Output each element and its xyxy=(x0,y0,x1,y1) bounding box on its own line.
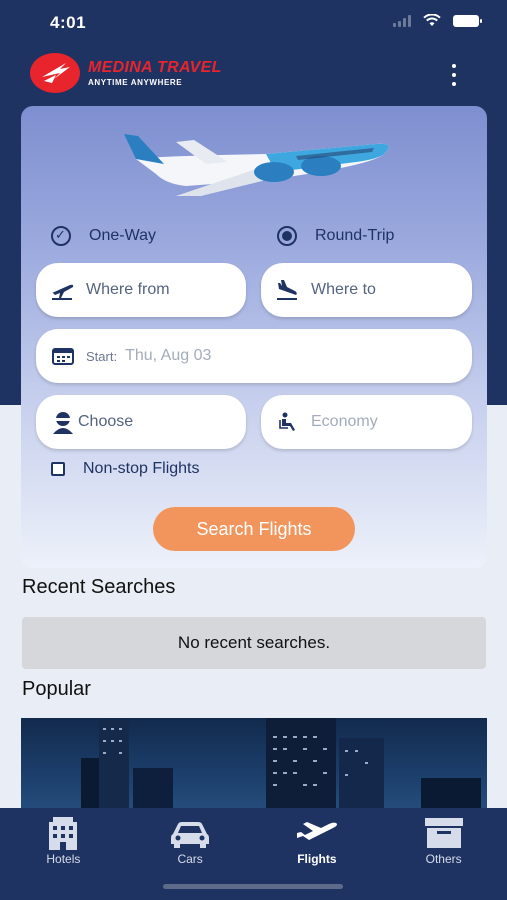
brand-name: MEDINA TRAVEL xyxy=(88,59,222,76)
box-icon xyxy=(423,816,465,850)
battery-icon xyxy=(453,14,482,27)
more-options-icon[interactable] xyxy=(449,64,459,86)
one-way-label: One-Way xyxy=(89,227,156,244)
round-trip-option[interactable]: Round-Trip xyxy=(277,226,394,246)
seat-icon xyxy=(275,409,301,435)
destination-field[interactable]: Where to xyxy=(261,263,472,317)
tab-cars-label: Cars xyxy=(177,852,203,866)
app-header: MEDINA TRAVEL ANYTIME ANYWHERE xyxy=(0,50,507,100)
landing-icon xyxy=(275,277,301,303)
nonstop-checkbox[interactable] xyxy=(51,462,65,476)
hotel-icon xyxy=(43,816,83,850)
calendar-icon xyxy=(50,343,76,369)
recent-searches-title: Recent Searches xyxy=(22,576,176,598)
car-icon xyxy=(169,816,211,850)
logo-mark-icon xyxy=(30,53,80,93)
passengers-field[interactable]: Choose xyxy=(36,395,246,449)
tab-flights-label: Flights xyxy=(297,852,337,866)
popular-title: Popular xyxy=(22,678,91,700)
destination-placeholder: Where to xyxy=(311,281,376,298)
takeoff-icon xyxy=(50,277,76,303)
cellular-signal-icon xyxy=(393,14,411,27)
tab-others-label: Others xyxy=(425,852,462,866)
empty-state-text: No recent searches. xyxy=(177,633,331,652)
origin-field[interactable]: Where from xyxy=(36,263,246,317)
one-way-option[interactable]: One-Way xyxy=(51,226,156,246)
status-icons xyxy=(393,14,482,27)
tab-hotels[interactable]: Hotels xyxy=(0,808,127,900)
status-bar: 4:01 xyxy=(0,0,507,44)
brand-tagline: ANYTIME ANYWHERE xyxy=(88,78,183,87)
cabin-class-field[interactable]: Economy xyxy=(261,395,472,449)
flight-search-card: One-Way Round-Trip Where from Where to S… xyxy=(21,106,487,568)
plane-icon xyxy=(295,816,339,850)
round-trip-label: Round-Trip xyxy=(315,227,395,244)
status-time: 4:01 xyxy=(50,13,87,32)
check-circle-icon xyxy=(51,226,71,246)
passengers-placeholder: Choose xyxy=(78,413,134,430)
cabin-class-placeholder: Economy xyxy=(311,413,378,430)
home-indicator xyxy=(163,884,343,889)
origin-placeholder: Where from xyxy=(86,281,170,298)
start-date-label: Start: xyxy=(86,348,118,364)
start-date-field[interactable]: Start: Thu, Aug 03 xyxy=(36,329,472,383)
passenger-icon xyxy=(50,409,76,435)
start-date-placeholder: Thu, Aug 03 xyxy=(125,347,212,364)
airplane-illustration xyxy=(124,134,389,196)
radio-selected-icon xyxy=(277,226,297,246)
brand-logo: MEDINA TRAVEL ANYTIME ANYWHERE xyxy=(30,53,222,93)
nonstop-toggle[interactable]: Non-stop Flights xyxy=(51,460,200,478)
search-flights-button[interactable]: Search Flights xyxy=(153,507,355,551)
recent-searches-empty: No recent searches. xyxy=(22,617,486,669)
tab-others[interactable]: Others xyxy=(380,808,507,900)
wifi-icon xyxy=(423,14,441,26)
nonstop-label: Non-stop Flights xyxy=(83,460,200,477)
tab-hotels-label: Hotels xyxy=(46,852,81,866)
